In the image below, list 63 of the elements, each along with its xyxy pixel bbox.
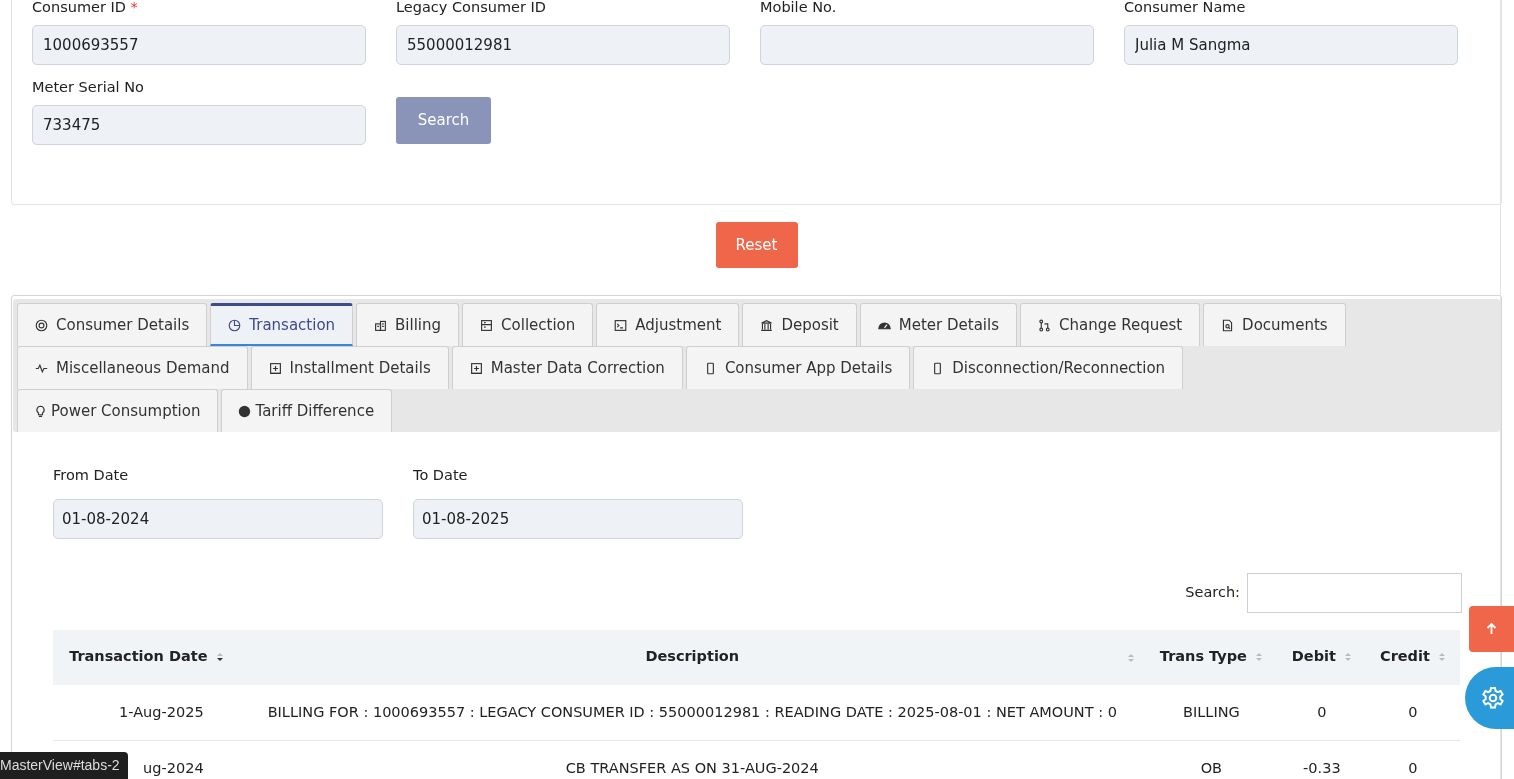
tab[interactable]: Power Consumption — [17, 389, 219, 432]
tab[interactable]: Billing — [356, 303, 460, 346]
circle-icon — [238, 404, 252, 418]
tab[interactable]: Installment Details — [250, 346, 449, 389]
search-label: Search: — [1185, 582, 1240, 602]
status-url: MasterView#tabs-2 — [0, 752, 128, 779]
input-field[interactable]: Julia M Sangma — [1124, 24, 1458, 65]
tab[interactable]: Change Request — [1019, 303, 1201, 346]
arrow-up-icon — [1486, 623, 1497, 635]
field-label: Meter Serial No — [32, 77, 145, 97]
field-label: From Date — [53, 466, 130, 485]
column-header[interactable]: Credit — [1365, 629, 1460, 685]
tab[interactable]: Consumer App Details — [685, 346, 911, 389]
table-cell: BILLING — [1144, 684, 1278, 741]
lightbulb-icon — [34, 404, 47, 418]
input-field[interactable] — [760, 24, 1094, 65]
plus-box-icon — [469, 361, 483, 375]
document-search-icon — [1221, 318, 1235, 332]
field-label: Legacy Consumer ID — [396, 0, 547, 17]
input-field[interactable]: 733475 — [32, 104, 366, 145]
column-header[interactable]: Debit — [1277, 629, 1366, 685]
settings-icon — [1480, 686, 1505, 710]
date-field[interactable]: 01-08-2024 — [53, 498, 383, 539]
tab[interactable]: Tariff Difference — [221, 389, 393, 432]
date-field[interactable]: 01-08-2025 — [413, 498, 743, 539]
branch-icon — [1037, 318, 1051, 332]
field-label: To Date — [413, 466, 469, 485]
table-cell: OB — [1144, 740, 1278, 779]
field-label: Mobile No. — [760, 0, 838, 17]
column-header[interactable]: Trans Type — [1144, 629, 1278, 685]
column-header[interactable]: Description — [239, 629, 1145, 685]
tab[interactable]: Deposit — [742, 303, 857, 346]
field-label: Consumer ID * — [32, 0, 139, 17]
table-search-field[interactable] — [1247, 572, 1462, 613]
table-cell: BILLING FOR : 1000693557 : LEGACY CONSUMER ID : 55000012981 : READING DATE : 2025-08-01 : NET AMOUNT : 0 — [239, 684, 1145, 741]
tab[interactable]: Meter Details — [859, 303, 1017, 346]
list-icon — [480, 318, 494, 332]
building-icon — [374, 318, 388, 332]
tab[interactable]: Documents — [1203, 303, 1346, 346]
tab[interactable]: Consumer Details — [17, 303, 208, 346]
tab[interactable]: Collection — [462, 303, 594, 346]
tab[interactable]: Miscellaneous Demand — [17, 346, 248, 389]
table-cell: 0 — [1277, 684, 1366, 741]
input-field[interactable]: 55000012981 — [396, 24, 730, 65]
plus-box-icon — [268, 361, 282, 375]
target-icon — [35, 318, 48, 332]
tab[interactable]: Adjustment — [596, 303, 740, 346]
field-label: Consumer Name — [1124, 0, 1247, 17]
pie-chart-icon — [228, 318, 242, 332]
bank-icon — [760, 318, 774, 332]
table-cell: 0 — [1365, 740, 1460, 779]
table-cell: 0 — [1365, 684, 1460, 741]
input-field[interactable]: 1000693557 — [32, 24, 366, 65]
table-cell: -0.33 — [1277, 740, 1366, 779]
scroll-top-button[interactable] — [1469, 606, 1514, 652]
tab[interactable]: Transaction — [210, 303, 354, 346]
tab[interactable]: Master Data Correction — [451, 346, 683, 389]
table-cell: CB TRANSFER AS ON 31-AUG-2024 — [239, 740, 1145, 779]
tab[interactable]: Disconnection/Reconnection — [913, 346, 1184, 389]
settings-button[interactable] — [1465, 667, 1514, 729]
table-cell: 1-Aug-2025 — [53, 684, 240, 741]
terminal-icon — [614, 318, 628, 332]
column-header[interactable]: Transaction Date — [53, 629, 240, 685]
